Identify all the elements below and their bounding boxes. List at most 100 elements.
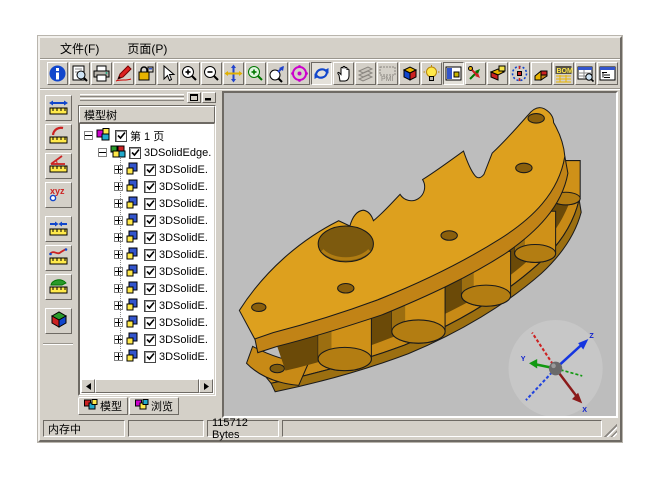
tree-node-part[interactable]: 3DSolidE.: [80, 297, 214, 314]
visibility-checkbox[interactable]: [144, 164, 156, 176]
expand-plus-icon[interactable]: [114, 352, 123, 361]
measure-angle-icon: [48, 154, 69, 179]
expand-plus-icon[interactable]: [114, 199, 123, 208]
expand-plus-icon[interactable]: [114, 216, 123, 225]
measure-length-icon: [48, 246, 69, 271]
rotate-target-button[interactable]: [289, 62, 310, 85]
panel-gripper[interactable]: [78, 92, 216, 103]
tree-horizontal-scrollbar[interactable]: [81, 379, 213, 393]
visibility-checkbox[interactable]: [144, 351, 156, 363]
tree-node-label: 第 1 页: [130, 128, 164, 144]
tree-node-part[interactable]: 3DSolidE.: [80, 212, 214, 229]
layers-icon: [356, 64, 375, 83]
layers-button[interactable]: [355, 62, 376, 85]
explode-button[interactable]: [509, 62, 530, 85]
tree-node-part[interactable]: 3DSolidE.: [80, 161, 214, 178]
expand-plus-icon[interactable]: [114, 250, 123, 259]
visibility-checkbox[interactable]: [144, 232, 156, 244]
tree-node-part[interactable]: 3DSolidE.: [80, 195, 214, 212]
measure-volume-button[interactable]: [45, 308, 72, 334]
measure-angle-button[interactable]: [45, 153, 72, 179]
pan-arrows-button[interactable]: [223, 62, 244, 85]
visibility-checkbox[interactable]: [144, 300, 156, 312]
collapse-minus-icon[interactable]: [84, 131, 93, 140]
orientation-triad[interactable]: Z X Y: [509, 320, 603, 416]
table-report-button[interactable]: [575, 62, 596, 85]
markup-pen-button[interactable]: [113, 62, 134, 85]
tree-node-page[interactable]: 第 1 页: [80, 127, 214, 144]
measure-length-button[interactable]: [45, 245, 72, 271]
section-button[interactable]: [487, 62, 508, 85]
zoom-in-button[interactable]: [179, 62, 200, 85]
measure-radius-button[interactable]: [45, 124, 72, 150]
menu-bar: 文件(F) 页面(P): [40, 38, 620, 59]
panel-hide-button[interactable]: [202, 92, 216, 103]
expand-plus-icon[interactable]: [114, 318, 123, 327]
light-button[interactable]: [421, 62, 442, 85]
visibility-checkbox[interactable]: [144, 283, 156, 295]
zoom-window-button[interactable]: [245, 62, 266, 85]
measure-coordinate-button[interactable]: xyz: [45, 182, 72, 208]
measure-gap-button[interactable]: [45, 216, 72, 242]
measure-area-button[interactable]: [45, 274, 72, 300]
collapse-minus-icon[interactable]: [98, 148, 107, 157]
tab-browse[interactable]: 浏览: [129, 397, 179, 415]
expand-plus-icon[interactable]: [114, 335, 123, 344]
measure-distance-button[interactable]: [45, 95, 72, 121]
tree-node-part[interactable]: 3DSolidE.: [80, 263, 214, 280]
menu-file[interactable]: 文件(F): [60, 40, 99, 57]
part-cubes-icon: [126, 196, 141, 212]
visibility-checkbox[interactable]: [144, 334, 156, 346]
visibility-checkbox[interactable]: [144, 249, 156, 261]
visibility-checkbox[interactable]: [144, 215, 156, 227]
tree-node-assembly[interactable]: 3DSolidEdge.: [80, 144, 214, 161]
tab-model[interactable]: 模型: [78, 397, 128, 415]
viewport-3d[interactable]: Z X Y: [222, 91, 618, 418]
pmi-button[interactable]: PMI: [377, 62, 398, 85]
tree-node-part[interactable]: 3DSolidE.: [80, 229, 214, 246]
pan-hand-button[interactable]: [333, 62, 354, 85]
panel-maximize-button[interactable]: [187, 92, 201, 103]
model-tree-panel: 模型树 第 1 页 3DSolidEdge.: [76, 91, 218, 418]
resize-grip[interactable]: [604, 424, 617, 437]
rotate-button[interactable]: [311, 62, 332, 85]
zoom-out-button[interactable]: [201, 62, 222, 85]
measure-tools-button[interactable]: [465, 62, 486, 85]
zoom-dynamic-button[interactable]: [267, 62, 288, 85]
expand-plus-icon[interactable]: [114, 284, 123, 293]
tree-node-part[interactable]: 3DSolidE.: [80, 246, 214, 263]
panel-toggle-button[interactable]: [443, 62, 464, 85]
scroll-left-arrow-icon[interactable]: [81, 379, 95, 393]
visibility-checkbox[interactable]: [129, 147, 141, 159]
expand-plus-icon[interactable]: [114, 301, 123, 310]
shade-cube-button[interactable]: [399, 62, 420, 85]
tree-list-button[interactable]: [597, 62, 618, 85]
print-button[interactable]: [91, 62, 112, 85]
preview-button[interactable]: [69, 62, 90, 85]
tree-node-part[interactable]: 3DSolidE.: [80, 178, 214, 195]
measure-volume-icon: [48, 309, 69, 334]
tree-node-part[interactable]: 3DSolidE.: [80, 348, 214, 365]
visibility-checkbox[interactable]: [144, 266, 156, 278]
tree-node-part[interactable]: 3DSolidE.: [80, 314, 214, 331]
model-tree[interactable]: 第 1 页 3DSolidEdge. 3DSolidE. 3DSolidE.: [79, 123, 215, 395]
visibility-checkbox[interactable]: [144, 317, 156, 329]
tree-node-part[interactable]: 3DSolidE.: [80, 331, 214, 348]
expand-plus-icon[interactable]: [114, 165, 123, 174]
visibility-checkbox[interactable]: [115, 130, 127, 142]
bom-button[interactable]: BOM: [553, 62, 574, 85]
solid-eraser-button[interactable]: [531, 62, 552, 85]
expand-plus-icon[interactable]: [114, 182, 123, 191]
visibility-checkbox[interactable]: [144, 198, 156, 210]
expand-plus-icon[interactable]: [114, 267, 123, 276]
menu-page[interactable]: 页面(P): [127, 40, 167, 57]
stamp-lock-button[interactable]: [135, 62, 156, 85]
scroll-right-arrow-icon[interactable]: [199, 379, 213, 393]
tree-node-label: 3DSolidE.: [159, 266, 208, 278]
scrollbar-thumb[interactable]: [95, 379, 199, 393]
expand-plus-icon[interactable]: [114, 233, 123, 242]
info-button[interactable]: [47, 62, 68, 85]
tree-node-part[interactable]: 3DSolidE.: [80, 280, 214, 297]
select-cursor-button[interactable]: [157, 62, 178, 85]
visibility-checkbox[interactable]: [144, 181, 156, 193]
